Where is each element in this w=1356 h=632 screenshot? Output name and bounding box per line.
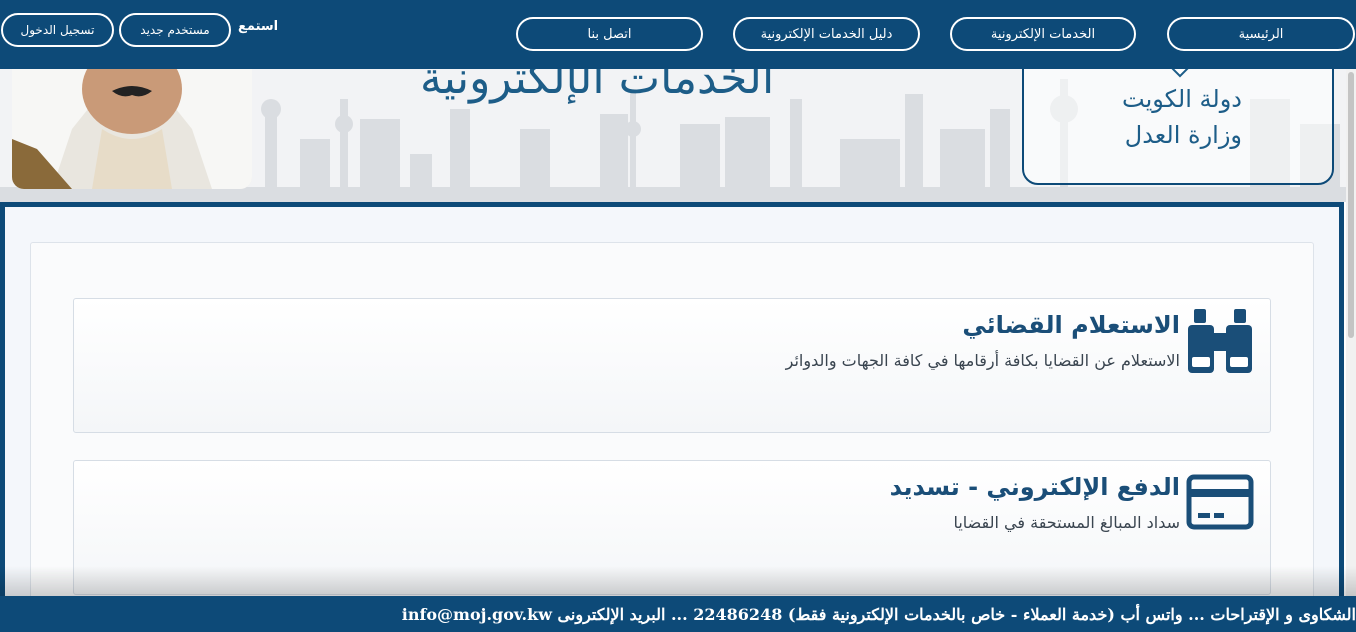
listen-button[interactable]: استمع <box>238 19 278 34</box>
binoculars-icon <box>1188 309 1252 373</box>
header-banner: الخدمات الإلكترونية دولة الكويت وزارة ال… <box>0 69 1356 202</box>
new-user-button[interactable]: مستخدم جديد <box>119 13 231 47</box>
nav-eservices-button[interactable]: الخدمات الإلكترونية <box>950 17 1136 51</box>
card-title: الاستعلام القضائي <box>962 311 1180 339</box>
login-button[interactable]: تسجيل الدخول <box>1 13 114 47</box>
portrait-image <box>12 69 252 189</box>
logo-emblem-icon <box>1171 69 1189 78</box>
scrollbar-thumb[interactable] <box>1348 72 1354 338</box>
nav-services-guide-button[interactable]: دليل الخدمات الإلكترونية <box>733 17 920 51</box>
nav-contact-button[interactable]: اتصل بنا <box>516 17 703 51</box>
footer-shadow <box>0 566 1356 596</box>
service-card-judicial-inquiry[interactable]: الاستعلام القضائي الاستعلام عن القضايا ب… <box>73 298 1271 433</box>
ministry-logo-box: دولة الكويت وزارة العدل <box>1022 69 1334 185</box>
card-title: الدفع الإلكتروني - تسديد <box>889 473 1180 501</box>
card-description: سداد المبالغ المستحقة في القضايا <box>953 513 1180 532</box>
contact-ticker: الشكاوى و الإقتراحات ... واتس أب (خدمة ا… <box>0 596 1356 632</box>
card-description: الاستعلام عن القضايا بكافة أرقامها في كا… <box>785 351 1180 370</box>
top-nav-bar: الرئيسية الخدمات الإلكترونية دليل الخدما… <box>0 0 1356 69</box>
ticker-text: الشكاوى و الإقتراحات ... واتس أب (خدمة ا… <box>401 604 1356 624</box>
banner-title: الخدمات الإلكترونية <box>420 69 775 104</box>
logo-ministry-text: وزارة العدل <box>1124 121 1242 149</box>
nav-home-button[interactable]: الرئيسية <box>1167 17 1355 51</box>
logo-country-text: دولة الكويت <box>1122 85 1242 113</box>
credit-card-icon <box>1186 474 1254 530</box>
